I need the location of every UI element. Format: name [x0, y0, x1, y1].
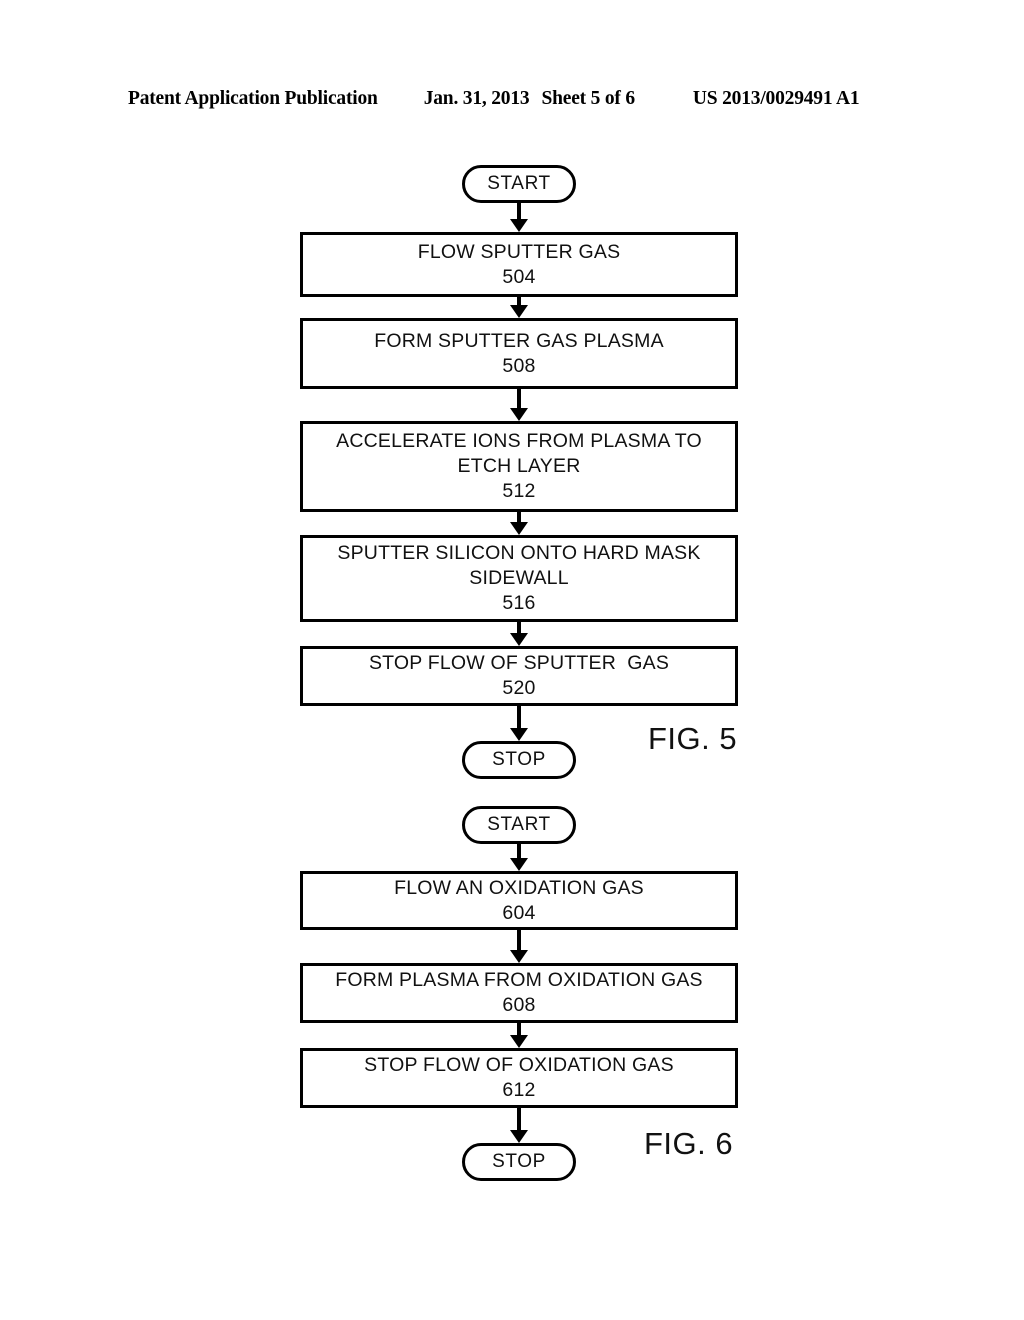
connector-arrow — [506, 844, 532, 871]
connector-arrow — [506, 1023, 532, 1048]
flowchart-node-608: FORM PLASMA FROM OXIDATION GAS 608 — [300, 963, 738, 1023]
flowchart-node-612: STOP FLOW OF OXIDATION GAS 612 — [300, 1048, 738, 1108]
figure-caption-6: FIG. 6 — [644, 1126, 734, 1161]
connector-arrow — [506, 930, 532, 963]
node-label: START — [487, 814, 551, 835]
node-reference: 604 — [502, 901, 536, 924]
arrow-shaft — [517, 1108, 521, 1131]
flowchart-node-start-6: START — [462, 806, 576, 844]
node-label: STOP — [492, 1151, 546, 1172]
connector-arrow — [506, 1108, 532, 1143]
node-label: FORM PLASMA FROM OXIDATION GAS — [335, 969, 703, 991]
node-reference: 608 — [502, 994, 536, 1016]
figure-6: START FLOW AN OXIDATION GAS 604 FORM PLA… — [0, 0, 1024, 1320]
node-label: STOP FLOW OF OXIDATION GAS — [364, 1054, 674, 1076]
node-label: FLOW AN OXIDATION GAS — [394, 876, 644, 899]
arrow-head — [510, 1130, 528, 1143]
flowchart-node-604: FLOW AN OXIDATION GAS 604 — [300, 871, 738, 930]
flowchart-node-stop-6: STOP — [462, 1143, 576, 1181]
arrow-head — [510, 950, 528, 963]
arrow-head — [510, 1035, 528, 1048]
arrow-shaft — [517, 930, 521, 951]
arrow-head — [510, 858, 528, 871]
node-reference: 612 — [502, 1079, 536, 1101]
arrow-shaft — [517, 844, 521, 859]
